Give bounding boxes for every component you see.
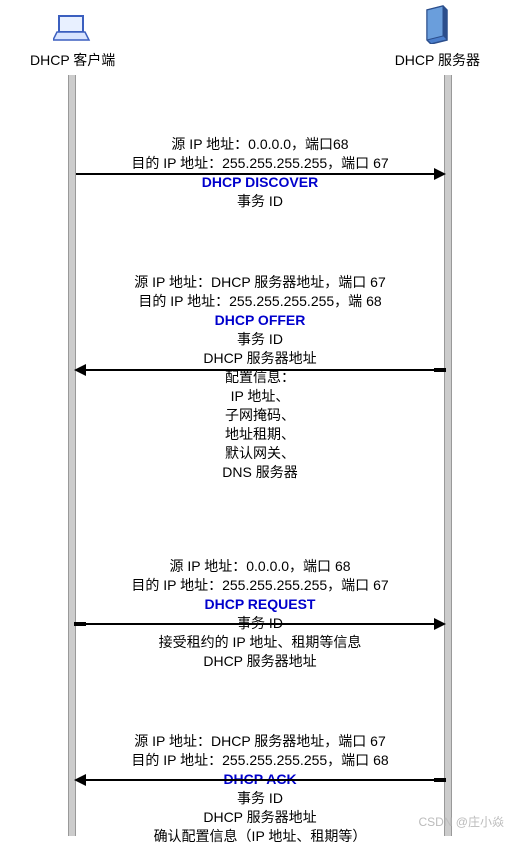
arrow-offer xyxy=(76,369,444,371)
client-lifeline xyxy=(68,75,76,836)
discover-tid: 事务 ID xyxy=(76,192,444,211)
diagram-header: DHCP 客户端 DHCP 服务器 xyxy=(0,0,510,75)
arrow-request xyxy=(76,623,444,625)
offer-lease: 地址租期、 xyxy=(76,425,444,444)
offer-tid: 事务 ID xyxy=(76,330,444,349)
ack-server: DHCP 服务器地址 xyxy=(76,808,444,827)
arrow-discover xyxy=(76,173,444,175)
request-dst: 目的 IP 地址：255.255.255.255，端口 67 xyxy=(76,576,444,595)
client-endpoint: DHCP 客户端 xyxy=(30,12,115,70)
ack-tid: 事务 ID xyxy=(76,789,444,808)
offer-title: DHCP OFFER xyxy=(76,311,444,331)
message-offer: 源 IP 地址：DHCP 服务器地址，端口 67 目的 IP 地址：255.25… xyxy=(76,273,444,482)
request-accept: 接受租约的 IP 地址、租期等信息 xyxy=(76,633,444,652)
messages-area: 源 IP 地址：0.0.0.0，端口68 目的 IP 地址：255.255.25… xyxy=(76,75,444,836)
request-src: 源 IP 地址：0.0.0.0，端口 68 xyxy=(76,557,444,576)
offer-src: 源 IP 地址：DHCP 服务器地址，端口 67 xyxy=(76,273,444,292)
server-lifeline xyxy=(444,75,452,836)
request-server: DHCP 服务器地址 xyxy=(76,652,444,671)
watermark: CSDN @庄小焱 xyxy=(418,813,504,830)
server-label: DHCP 服务器 xyxy=(395,50,480,70)
message-request: 源 IP 地址：0.0.0.0，端口 68 目的 IP 地址：255.255.2… xyxy=(76,557,444,671)
ack-src: 源 IP 地址：DHCP 服务器地址，端口 67 xyxy=(76,732,444,751)
server-endpoint: DHCP 服务器 xyxy=(395,4,480,70)
offer-server: DHCP 服务器地址 xyxy=(76,349,444,368)
offer-dst: 目的 IP 地址：255.255.255.255，端 68 xyxy=(76,292,444,311)
offer-ip: IP 地址、 xyxy=(76,387,444,406)
client-label: DHCP 客户端 xyxy=(30,50,115,70)
arrow-ack xyxy=(76,779,444,781)
ack-dst: 目的 IP 地址：255.255.255.255，端口 68 xyxy=(76,751,444,770)
discover-title: DHCP DISCOVER xyxy=(76,173,444,193)
discover-dst: 目的 IP 地址：255.255.255.255，端口 67 xyxy=(76,154,444,173)
server-icon xyxy=(423,4,451,47)
laptop-icon xyxy=(53,12,93,47)
offer-gw: 默认网关、 xyxy=(76,444,444,463)
request-title: DHCP REQUEST xyxy=(76,595,444,615)
offer-dns: DNS 服务器 xyxy=(76,463,444,482)
ack-confirm: 确认配置信息（IP 地址、租期等） xyxy=(76,827,444,846)
offer-mask: 子网掩码、 xyxy=(76,406,444,425)
discover-src: 源 IP 地址：0.0.0.0，端口68 xyxy=(76,135,444,154)
message-ack: 源 IP 地址：DHCP 服务器地址，端口 67 目的 IP 地址：255.25… xyxy=(76,732,444,846)
